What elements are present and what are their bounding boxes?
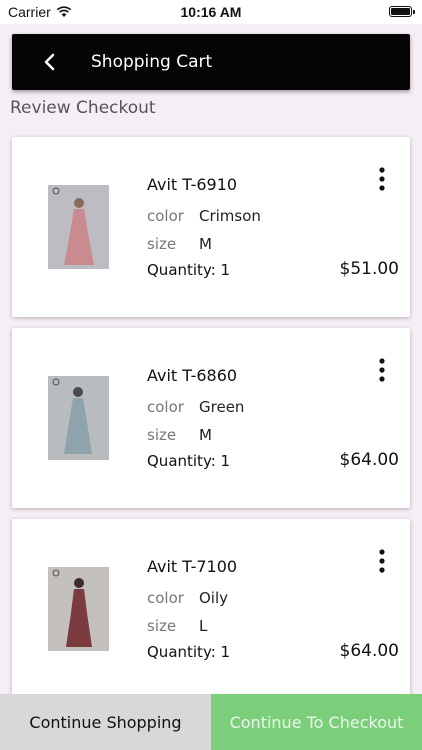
product-size-row: size M <box>147 426 212 444</box>
status-time: 10:16 AM <box>180 4 242 20</box>
color-label: color <box>147 589 184 607</box>
product-image <box>48 185 109 269</box>
product-price: $51.00 <box>339 259 399 279</box>
size-label: size <box>147 235 177 253</box>
product-color-row: color Oily <box>147 589 228 607</box>
product-quantity: Quantity: 1 <box>147 452 231 470</box>
app-header: Shopping Cart <box>12 34 410 90</box>
bottom-action-bar: Continue Shopping Continue To Checkout <box>0 694 422 750</box>
product-size-row: size L <box>147 617 207 635</box>
chevron-left-icon[interactable] <box>38 50 62 74</box>
page-title: Shopping Cart <box>91 52 213 72</box>
continue-to-checkout-button[interactable]: Continue To Checkout <box>211 694 422 750</box>
product-name: Avit T-6910 <box>147 175 238 194</box>
continue-shopping-button[interactable]: Continue Shopping <box>0 694 211 750</box>
product-color: Crimson <box>199 207 261 225</box>
product-size: M <box>199 235 212 253</box>
product-image <box>48 567 109 651</box>
cart-item: Avit T-6860 color Green size M Quantity: 1… <box>12 328 410 508</box>
product-price: $64.00 <box>339 450 399 470</box>
product-size-row: size M <box>147 235 212 253</box>
product-size: M <box>199 426 212 444</box>
product-color-row: color Crimson <box>147 207 261 225</box>
product-name: Avit T-7100 <box>147 557 238 576</box>
product-price: $64.00 <box>339 641 399 661</box>
product-quantity: Quantity: 1 <box>147 643 231 661</box>
product-color-row: color Green <box>147 398 244 416</box>
color-label: color <box>147 207 184 225</box>
battery-icon <box>389 6 415 17</box>
product-color: Oily <box>199 589 229 607</box>
more-vertical-icon[interactable] <box>376 358 388 382</box>
more-vertical-icon[interactable] <box>376 549 388 573</box>
cart-item: Avit T-7100 color Oily size L Quantity: 1 … <box>12 519 410 699</box>
cart-item: Avit T-6910 color Crimson size M Quantity:… <box>12 137 410 317</box>
product-name: Avit T-6860 <box>147 366 238 385</box>
product-size: L <box>199 617 208 635</box>
more-vertical-icon[interactable] <box>376 167 388 191</box>
product-quantity: Quantity: 1 <box>147 261 231 279</box>
section-title: Review Checkout <box>10 98 156 118</box>
size-label: size <box>147 617 177 635</box>
color-label: color <box>147 398 184 416</box>
size-label: size <box>147 426 177 444</box>
product-color: Green <box>199 398 245 416</box>
product-image <box>48 376 109 460</box>
status-bar: Carrier 10:16 AM <box>0 0 422 24</box>
